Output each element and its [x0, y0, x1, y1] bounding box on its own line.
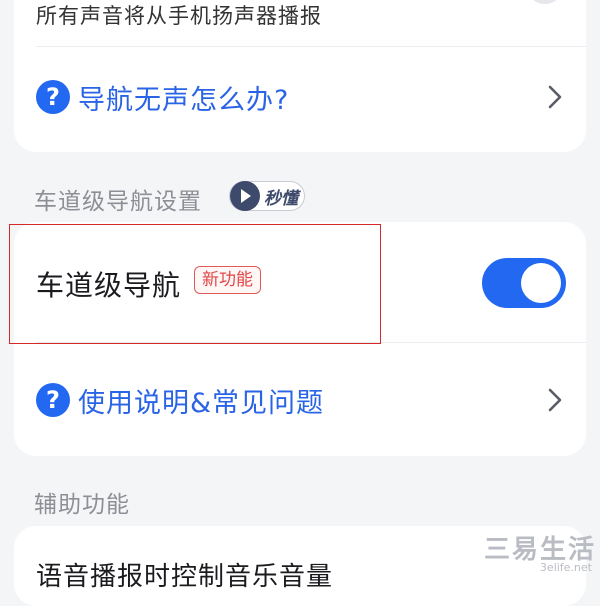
- miaodong-video-badge[interactable]: 秒懂: [229, 181, 305, 211]
- assist-section-title: 辅助功能: [34, 492, 130, 518]
- play-icon: [230, 181, 260, 211]
- lane-navigation-label: 车道级导航: [36, 269, 182, 302]
- chevron-right-icon: [548, 388, 562, 412]
- speaker-toggle[interactable]: [528, 0, 562, 4]
- no-sound-help-row[interactable]: ? 导航无声怎么办?: [14, 47, 586, 147]
- voice-settings-card: 所有声音将从手机扬声器播报 ? 导航无声怎么办?: [14, 0, 586, 152]
- miaodong-label: 秒懂: [264, 189, 298, 209]
- no-sound-help-label: 导航无声怎么办?: [78, 85, 290, 116]
- speaker-subtext: 所有声音将从手机扬声器播报: [36, 4, 322, 28]
- question-icon: ?: [36, 383, 70, 417]
- lane-navigation-toggle[interactable]: [482, 258, 566, 308]
- lane-section-title: 车道级导航设置: [34, 189, 202, 215]
- music-volume-control-label[interactable]: 语音播报时控制音乐音量: [36, 556, 333, 593]
- usage-help-row[interactable]: ? 使用说明&常见问题: [14, 343, 586, 456]
- usage-help-label: 使用说明&常见问题: [78, 388, 325, 419]
- question-icon: ?: [36, 80, 70, 114]
- lane-navigation-card: 车道级导航 新功能 ? 使用说明&常见问题: [14, 222, 586, 456]
- site-watermark: 三易生活 3elife.net: [484, 529, 596, 577]
- watermark-subtext: 3elife.net: [539, 561, 592, 574]
- new-feature-badge: 新功能: [194, 266, 261, 294]
- toggle-knob: [521, 263, 561, 303]
- chevron-right-icon: [548, 85, 562, 109]
